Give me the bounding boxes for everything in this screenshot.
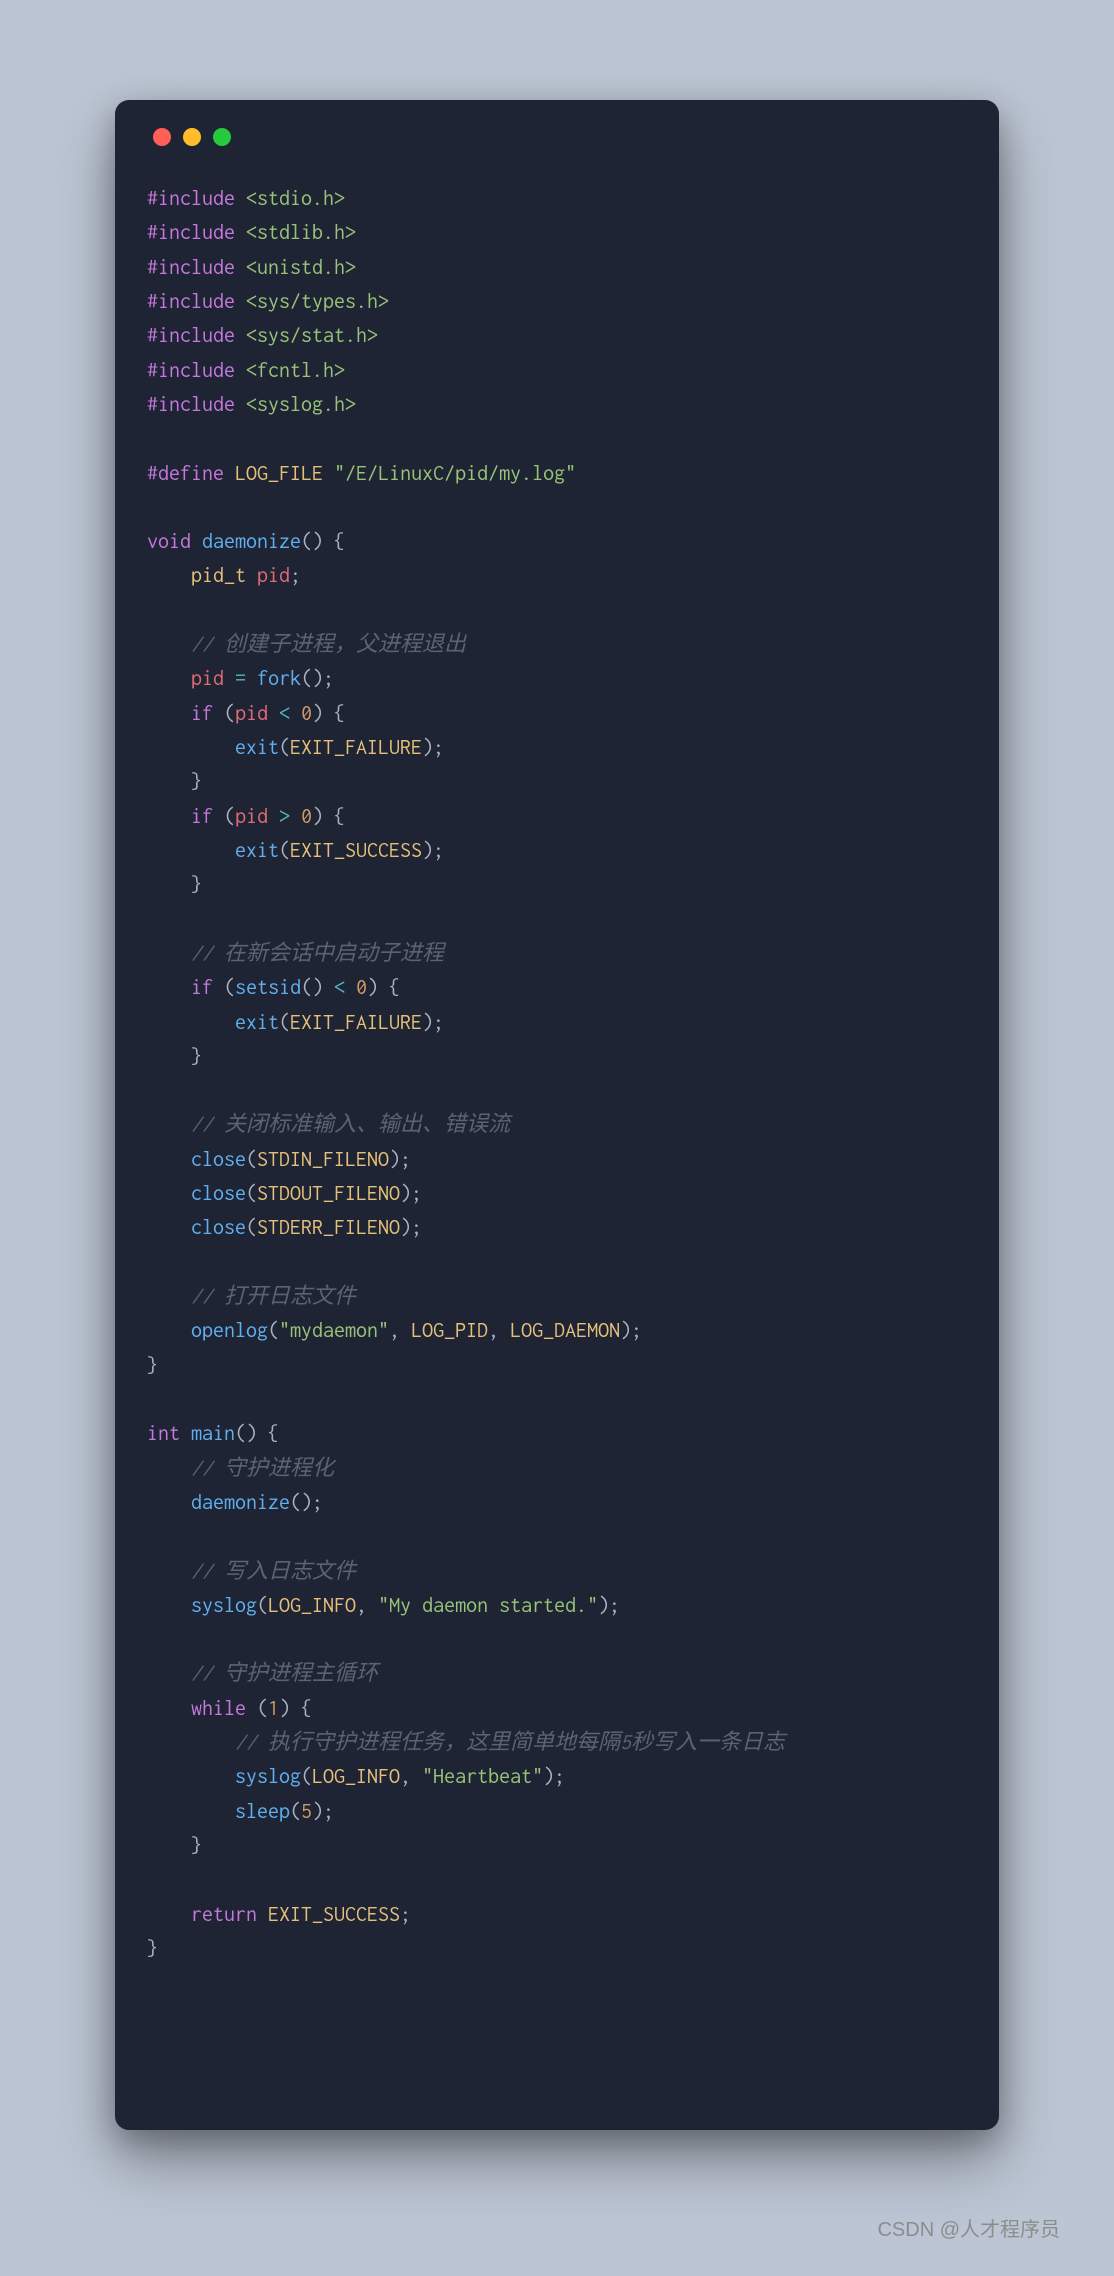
maximize-icon[interactable] xyxy=(213,128,231,146)
comment: // 守护进程主循环 xyxy=(191,1662,378,1685)
comment: // 守护进程化 xyxy=(191,1457,334,1480)
constant: EXIT_FAILURE xyxy=(290,1011,422,1034)
call: exit xyxy=(235,1011,279,1034)
watermark-text: CSDN @人才程序员 xyxy=(877,2213,1060,2242)
string: "Heartbeat" xyxy=(422,1765,543,1788)
call: syslog xyxy=(235,1765,301,1788)
include-path: <unistd.h> xyxy=(246,256,356,279)
constant: LOG_INFO xyxy=(312,1765,400,1788)
call: sleep xyxy=(235,1800,290,1823)
window-traffic-lights xyxy=(153,128,967,146)
call: openlog xyxy=(191,1319,268,1342)
include-path: <stdio.h> xyxy=(246,187,345,210)
variable: pid xyxy=(235,805,268,828)
preproc-include: #include xyxy=(147,393,235,416)
include-path: <fcntl.h> xyxy=(246,359,345,382)
include-path: <stdlib.h> xyxy=(246,221,356,244)
variable: pid xyxy=(191,667,224,690)
call: exit xyxy=(235,839,279,862)
comment: // 创建子进程，父进程退出 xyxy=(191,633,466,656)
return-type: int xyxy=(147,1422,180,1445)
comment: // 打开日志文件 xyxy=(191,1285,356,1308)
preproc-include: #include xyxy=(147,359,235,382)
variable: pid xyxy=(235,702,268,725)
constant: STDOUT_FILENO xyxy=(257,1182,400,1205)
include-path: <sys/types.h> xyxy=(246,290,389,313)
preproc-include: #include xyxy=(147,256,235,279)
constant: EXIT_SUCCESS xyxy=(268,1903,400,1926)
comment: // 关闭标准输入、输出、错误流 xyxy=(191,1113,510,1136)
number: 1 xyxy=(268,1697,279,1720)
constant: LOG_DAEMON xyxy=(510,1319,620,1342)
number: 0 xyxy=(301,805,312,828)
return-type: void xyxy=(147,530,191,553)
code-block: #include <stdio.h> #include <stdlib.h> #… xyxy=(147,182,967,1966)
call: fork xyxy=(257,667,301,690)
type: pid_t xyxy=(191,564,246,587)
constant: EXIT_SUCCESS xyxy=(290,839,422,862)
variable: pid xyxy=(257,564,290,587)
keyword-return: return xyxy=(191,1903,257,1926)
keyword-if: if xyxy=(191,702,213,725)
preproc-define: #define xyxy=(147,462,224,485)
call: syslog xyxy=(191,1594,257,1617)
preproc-include: #include xyxy=(147,290,235,313)
close-icon[interactable] xyxy=(153,128,171,146)
string: "My daemon started." xyxy=(378,1594,598,1617)
macro-name: LOG_FILE xyxy=(235,462,323,485)
include-path: <sys/stat.h> xyxy=(246,324,378,347)
call: setsid xyxy=(235,976,301,999)
call: close xyxy=(191,1216,246,1239)
call: close xyxy=(191,1148,246,1171)
function-name: daemonize xyxy=(202,530,301,553)
keyword-while: while xyxy=(191,1697,246,1720)
constant: LOG_PID xyxy=(411,1319,488,1342)
include-path: <syslog.h> xyxy=(246,393,356,416)
string: "mydaemon" xyxy=(279,1319,389,1342)
constant: EXIT_FAILURE xyxy=(290,736,422,759)
constant: LOG_INFO xyxy=(268,1594,356,1617)
preproc-include: #include xyxy=(147,324,235,347)
constant: STDERR_FILENO xyxy=(257,1216,400,1239)
comment: // 执行守护进程任务，这里简单地每隔5秒写入一条日志 xyxy=(235,1731,785,1754)
macro-value: "/E/LinuxC/pid/my.log" xyxy=(334,462,576,485)
comment: // 在新会话中启动子进程 xyxy=(191,942,444,965)
minimize-icon[interactable] xyxy=(183,128,201,146)
number: 5 xyxy=(301,1800,312,1823)
number: 0 xyxy=(301,702,312,725)
number: 0 xyxy=(356,976,367,999)
call: exit xyxy=(235,736,279,759)
function-name: main xyxy=(191,1422,235,1445)
preproc-include: #include xyxy=(147,221,235,244)
code-window: #include <stdio.h> #include <stdlib.h> #… xyxy=(115,100,999,2130)
comment: // 写入日志文件 xyxy=(191,1560,356,1583)
call: close xyxy=(191,1182,246,1205)
preproc-include: #include xyxy=(147,187,235,210)
keyword-if: if xyxy=(191,805,213,828)
constant: STDIN_FILENO xyxy=(257,1148,389,1171)
keyword-if: if xyxy=(191,976,213,999)
call: daemonize xyxy=(191,1491,290,1514)
